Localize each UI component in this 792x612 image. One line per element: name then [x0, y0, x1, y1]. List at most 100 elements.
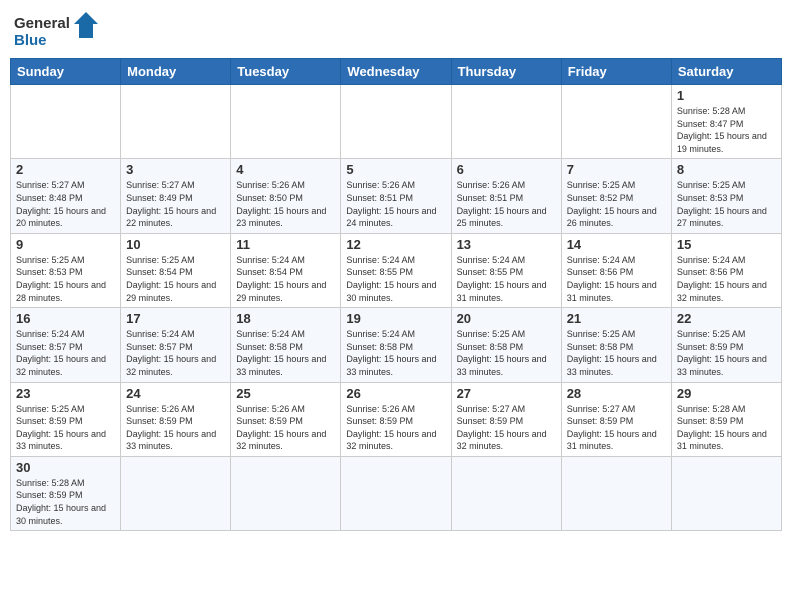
calendar-cell — [121, 456, 231, 530]
calendar-week-3: 9 Sunrise: 5:25 AM Sunset: 8:53 PM Daylig… — [11, 233, 782, 307]
cell-info: Sunrise: 5:27 AM Sunset: 8:48 PM Dayligh… — [16, 179, 115, 229]
calendar-cell: 8 Sunrise: 5:25 AM Sunset: 8:53 PM Daylig… — [671, 159, 781, 233]
cell-info: Sunrise: 5:24 AM Sunset: 8:57 PM Dayligh… — [16, 328, 115, 378]
calendar-cell: 12Sunrise: 5:24 AM Sunset: 8:55 PM Dayli… — [341, 233, 451, 307]
cell-date: 5 — [346, 162, 445, 177]
calendar-cell: 24Sunrise: 5:26 AM Sunset: 8:59 PM Dayli… — [121, 382, 231, 456]
cell-info: Sunrise: 5:24 AM Sunset: 8:56 PM Dayligh… — [677, 254, 776, 304]
calendar-cell: 5 Sunrise: 5:26 AM Sunset: 8:51 PM Daylig… — [341, 159, 451, 233]
cell-info: Sunrise: 5:24 AM Sunset: 8:55 PM Dayligh… — [346, 254, 445, 304]
calendar-cell: 14Sunrise: 5:24 AM Sunset: 8:56 PM Dayli… — [561, 233, 671, 307]
calendar-cell — [671, 456, 781, 530]
header-sunday: Sunday — [11, 59, 121, 85]
cell-info: Sunrise: 5:26 AM Sunset: 8:59 PM Dayligh… — [346, 403, 445, 453]
cell-info: Sunrise: 5:25 AM Sunset: 8:58 PM Dayligh… — [457, 328, 556, 378]
calendar-table: Sunday Monday Tuesday Wednesday Thursday… — [10, 58, 782, 531]
calendar-cell: 6 Sunrise: 5:26 AM Sunset: 8:51 PM Daylig… — [451, 159, 561, 233]
header-tuesday: Tuesday — [231, 59, 341, 85]
svg-text:Blue: Blue — [14, 32, 47, 49]
cell-info: Sunrise: 5:24 AM Sunset: 8:57 PM Dayligh… — [126, 328, 225, 378]
header-friday: Friday — [561, 59, 671, 85]
cell-date: 29 — [677, 386, 776, 401]
cell-date: 10 — [126, 237, 225, 252]
header-monday: Monday — [121, 59, 231, 85]
cell-info: Sunrise: 5:24 AM Sunset: 8:54 PM Dayligh… — [236, 254, 335, 304]
cell-date: 3 — [126, 162, 225, 177]
cell-info: Sunrise: 5:25 AM Sunset: 8:52 PM Dayligh… — [567, 179, 666, 229]
calendar-cell: 13Sunrise: 5:24 AM Sunset: 8:55 PM Dayli… — [451, 233, 561, 307]
calendar-week-1: 1 Sunrise: 5:28 AM Sunset: 8:47 PM Daylig… — [11, 85, 782, 159]
cell-date: 26 — [346, 386, 445, 401]
cell-date: 14 — [567, 237, 666, 252]
cell-date: 20 — [457, 311, 556, 326]
svg-text:General: General — [14, 15, 70, 32]
cell-date: 23 — [16, 386, 115, 401]
calendar-cell: 17 Sunrise: 5:24 AM Sunset: 8:57 PM Dayli… — [121, 308, 231, 382]
cell-info: Sunrise: 5:25 AM Sunset: 8:59 PM Dayligh… — [16, 403, 115, 453]
calendar-cell: 11 Sunrise: 5:24 AM Sunset: 8:54 PM Dayli… — [231, 233, 341, 307]
calendar-cell — [231, 456, 341, 530]
cell-date: 9 — [16, 237, 115, 252]
calendar-cell — [341, 456, 451, 530]
header-wednesday: Wednesday — [341, 59, 451, 85]
cell-info: Sunrise: 5:27 AM Sunset: 8:49 PM Dayligh… — [126, 179, 225, 229]
cell-date: 30 — [16, 460, 115, 475]
cell-date: 6 — [457, 162, 556, 177]
cell-date: 7 — [567, 162, 666, 177]
calendar-cell: 9 Sunrise: 5:25 AM Sunset: 8:53 PM Daylig… — [11, 233, 121, 307]
cell-info: Sunrise: 5:25 AM Sunset: 8:58 PM Dayligh… — [567, 328, 666, 378]
calendar-week-2: 2 Sunrise: 5:27 AM Sunset: 8:48 PM Daylig… — [11, 159, 782, 233]
cell-info: Sunrise: 5:26 AM Sunset: 8:50 PM Dayligh… — [236, 179, 335, 229]
cell-date: 21 — [567, 311, 666, 326]
cell-info: Sunrise: 5:26 AM Sunset: 8:59 PM Dayligh… — [236, 403, 335, 453]
calendar-cell — [451, 456, 561, 530]
cell-info: Sunrise: 5:27 AM Sunset: 8:59 PM Dayligh… — [457, 403, 556, 453]
cell-info: Sunrise: 5:25 AM Sunset: 8:53 PM Dayligh… — [677, 179, 776, 229]
calendar-cell — [341, 85, 451, 159]
calendar-cell: 19Sunrise: 5:24 AM Sunset: 8:58 PM Dayli… — [341, 308, 451, 382]
cell-info: Sunrise: 5:28 AM Sunset: 8:59 PM Dayligh… — [677, 403, 776, 453]
cell-date: 28 — [567, 386, 666, 401]
calendar-cell — [121, 85, 231, 159]
cell-date: 17 — [126, 311, 225, 326]
cell-date: 8 — [677, 162, 776, 177]
cell-info: Sunrise: 5:26 AM Sunset: 8:51 PM Dayligh… — [457, 179, 556, 229]
cell-info: Sunrise: 5:28 AM Sunset: 8:47 PM Dayligh… — [677, 105, 776, 155]
cell-info: Sunrise: 5:25 AM Sunset: 8:53 PM Dayligh… — [16, 254, 115, 304]
cell-date: 18 — [236, 311, 335, 326]
calendar-cell — [561, 456, 671, 530]
logo-svg: General Blue — [14, 10, 104, 50]
calendar-cell: 18 Sunrise: 5:24 AM Sunset: 8:58 PM Dayli… — [231, 308, 341, 382]
cell-info: Sunrise: 5:25 AM Sunset: 8:59 PM Dayligh… — [677, 328, 776, 378]
cell-date: 16 — [16, 311, 115, 326]
cell-info: Sunrise: 5:25 AM Sunset: 8:54 PM Dayligh… — [126, 254, 225, 304]
calendar-cell — [11, 85, 121, 159]
cell-date: 11 — [236, 237, 335, 252]
cell-date: 1 — [677, 88, 776, 103]
cell-date: 25 — [236, 386, 335, 401]
calendar-header-row: Sunday Monday Tuesday Wednesday Thursday… — [11, 59, 782, 85]
calendar-cell: 30Sunrise: 5:28 AM Sunset: 8:59 PM Dayli… — [11, 456, 121, 530]
cell-info: Sunrise: 5:27 AM Sunset: 8:59 PM Dayligh… — [567, 403, 666, 453]
cell-info: Sunrise: 5:24 AM Sunset: 8:58 PM Dayligh… — [346, 328, 445, 378]
calendar-cell — [451, 85, 561, 159]
header-saturday: Saturday — [671, 59, 781, 85]
calendar-cell: 21 Sunrise: 5:25 AM Sunset: 8:58 PM Dayli… — [561, 308, 671, 382]
calendar-week-5: 23 Sunrise: 5:25 AM Sunset: 8:59 PM Dayli… — [11, 382, 782, 456]
cell-info: Sunrise: 5:24 AM Sunset: 8:58 PM Dayligh… — [236, 328, 335, 378]
cell-date: 15 — [677, 237, 776, 252]
logo: General Blue — [14, 10, 104, 50]
header-thursday: Thursday — [451, 59, 561, 85]
cell-date: 2 — [16, 162, 115, 177]
cell-info: Sunrise: 5:26 AM Sunset: 8:59 PM Dayligh… — [126, 403, 225, 453]
cell-date: 22 — [677, 311, 776, 326]
calendar-cell: 3 Sunrise: 5:27 AM Sunset: 8:49 PM Daylig… — [121, 159, 231, 233]
calendar-cell: 4 Sunrise: 5:26 AM Sunset: 8:50 PM Daylig… — [231, 159, 341, 233]
cell-info: Sunrise: 5:26 AM Sunset: 8:51 PM Dayligh… — [346, 179, 445, 229]
cell-date: 4 — [236, 162, 335, 177]
cell-date: 27 — [457, 386, 556, 401]
calendar-cell: 28 Sunrise: 5:27 AM Sunset: 8:59 PM Dayli… — [561, 382, 671, 456]
calendar-week-6: 30Sunrise: 5:28 AM Sunset: 8:59 PM Dayli… — [11, 456, 782, 530]
calendar-cell: 1 Sunrise: 5:28 AM Sunset: 8:47 PM Daylig… — [671, 85, 781, 159]
calendar-cell: 10 Sunrise: 5:25 AM Sunset: 8:54 PM Dayli… — [121, 233, 231, 307]
